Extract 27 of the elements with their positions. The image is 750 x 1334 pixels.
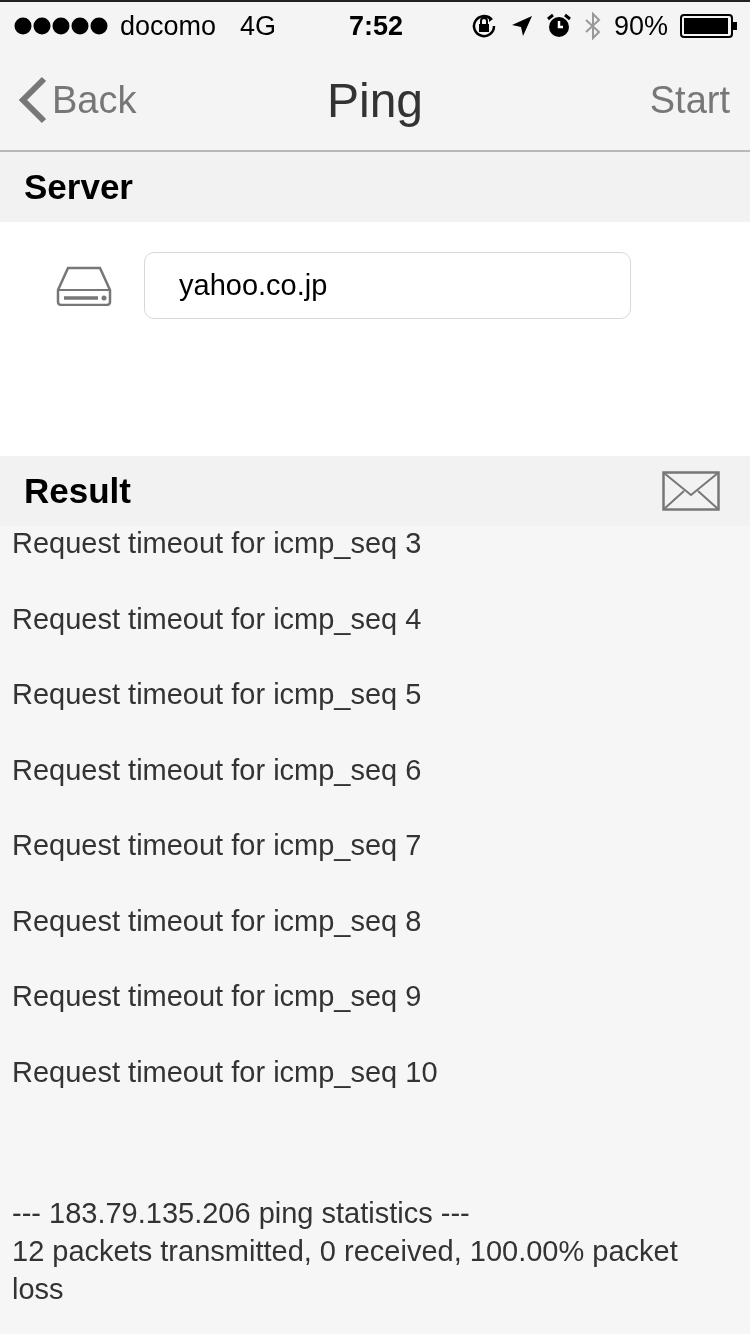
screen-title: Ping [326, 72, 424, 128]
mail-icon[interactable] [662, 471, 720, 511]
server-field[interactable]: yahoo.co.jp [144, 252, 631, 319]
bluetooth-icon [583, 11, 602, 41]
result-line: Request timeout for icmp_seq 8 [12, 903, 423, 939]
alarm-icon [545, 13, 572, 39]
time-label: 7:52 [349, 10, 404, 42]
statistics-line: --- 183.79.135.206 ping statistics --- [12, 1196, 471, 1231]
chevron-left-icon [18, 76, 48, 124]
network-label: 4G [240, 10, 277, 42]
result-line: Request timeout for icmp_seq 7 [12, 828, 423, 863]
result-line: Request timeout for icmp_seq 9 [12, 979, 423, 1014]
battery-label: 90% [613, 10, 668, 42]
signal-icon [14, 17, 110, 35]
section-title: Server [24, 167, 133, 207]
section-title: Result [24, 471, 131, 511]
statistics-line: 12 packets transmitted, 0 received, 100.00% packet loss [12, 1234, 679, 1307]
hard-drive-icon [56, 266, 112, 306]
result-line: Request timeout for icmp_seq 4 [12, 601, 423, 637]
result-line: Request timeout for icmp_seq 6 [12, 752, 423, 788]
start-button[interactable]: Start [649, 78, 730, 122]
result-line: Request timeout for icmp_seq 3 [12, 526, 423, 561]
back-button[interactable]: Back [18, 76, 137, 124]
result-line: Request timeout for icmp_seq 5 [12, 677, 423, 712]
battery-icon [680, 14, 738, 38]
carrier-label: docomo [120, 10, 217, 42]
result-line: Request timeout for icmp_seq 10 [12, 1054, 439, 1090]
